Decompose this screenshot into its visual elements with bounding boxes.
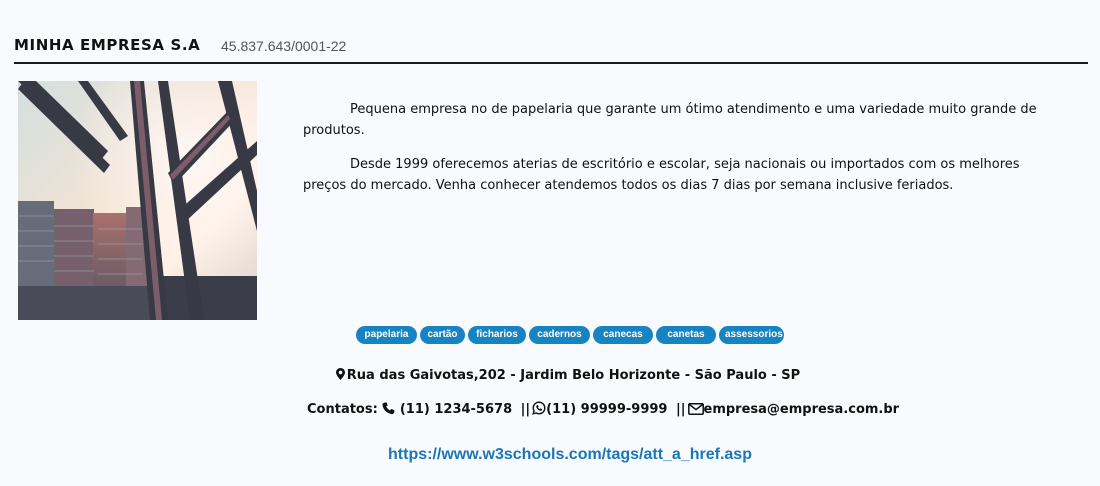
company-description: Pequena empresa no de papelaria que gara… (303, 99, 1063, 209)
whatsapp-icon (532, 401, 546, 415)
description-paragraph: Pequena empresa no de papelaria que gara… (303, 102, 1037, 138)
phone-number[interactable]: (11) 1234-5678 (400, 402, 512, 417)
company-name: MINHA EMPRESA S.A (14, 36, 201, 54)
tag-assessorios[interactable]: assessorios (719, 326, 784, 344)
reference-link[interactable]: https://www.w3schools.com/tags/att_a_hre… (0, 446, 1100, 464)
tag-ficharios[interactable]: ficharios (468, 326, 526, 344)
address-text: Rua das Gaivotas,202 - Jardim Belo Horiz… (346, 368, 801, 383)
tag-cadernos[interactable]: cadernos (529, 326, 590, 344)
email-address[interactable]: empresa@empresa.com.br (704, 402, 900, 417)
description-paragraph: Desde 1999 oferecemos aterias de escritó… (303, 157, 1020, 193)
page: MINHA EMPRESA S.A 45.837.643/0001-22 Peq… (0, 0, 1100, 486)
tag-cartao[interactable]: cartão (420, 326, 465, 344)
whatsapp-number[interactable]: (11) 99999-9999 (546, 402, 667, 417)
tag-papelaria[interactable]: papelaria (356, 326, 417, 344)
contacts-separator: || (676, 402, 686, 417)
address: Rua das Gaivotas,202 - Jardim Belo Horiz… (0, 368, 1100, 383)
contacts-label: Contatos: (307, 402, 378, 417)
tag-canetas[interactable]: canetas (656, 326, 716, 344)
envelope-icon (687, 403, 704, 415)
company-building-photo (18, 81, 257, 320)
header: MINHA EMPRESA S.A 45.837.643/0001-22 (14, 36, 1088, 64)
contacts-separator: || (520, 402, 531, 417)
contacts: Contatos: (11) 1234-5678 || (11) 99999-9… (307, 401, 899, 417)
product-tags: papelaria cartão ficharios cadernos cane… (356, 326, 784, 344)
tag-canecas[interactable]: canecas (593, 326, 653, 344)
company-cnpj: 45.837.643/0001-22 (221, 38, 347, 54)
phone-icon (382, 402, 395, 415)
map-marker-icon (335, 368, 345, 380)
